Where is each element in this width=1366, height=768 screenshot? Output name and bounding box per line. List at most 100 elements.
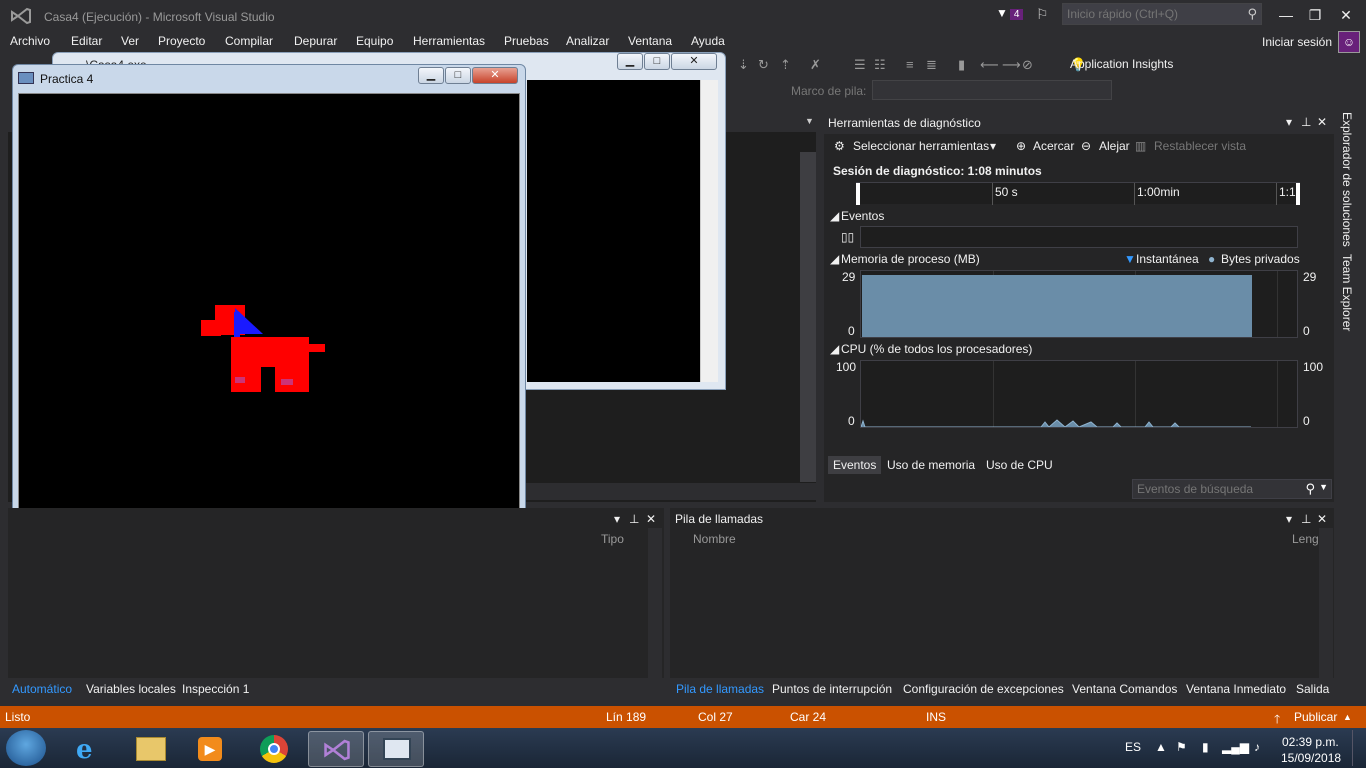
menu-analizar[interactable]: Analizar	[566, 34, 609, 48]
show-hidden-icons-icon[interactable]: ▲	[1155, 740, 1167, 754]
maximize-button[interactable]: ❐	[1301, 4, 1329, 26]
event-search-input[interactable]	[1133, 480, 1293, 498]
collapse-icon[interactable]: ◢	[830, 252, 839, 266]
taskbar-explorer[interactable]	[122, 731, 178, 767]
taskbar-media[interactable]: ▶	[182, 731, 238, 767]
zoom-out-icon[interactable]: ⊖	[1081, 139, 1091, 153]
timeline-end-handle[interactable]	[1296, 183, 1300, 205]
tab-output[interactable]: Salida	[1296, 682, 1329, 696]
redo-icon[interactable]: ↻	[758, 57, 769, 73]
zoom-out-button[interactable]: Alejar	[1099, 139, 1130, 153]
thread-icon[interactable]: ☰	[854, 57, 866, 73]
outdent-icon[interactable]: ≣	[926, 57, 937, 73]
chevron-down-icon[interactable]: ▾	[990, 139, 996, 153]
menu-equipo[interactable]: Equipo	[356, 34, 393, 48]
chevron-down-icon[interactable]: ▼	[805, 116, 814, 126]
clock-date[interactable]: 15/09/2018	[1281, 751, 1341, 765]
menu-ventana[interactable]: Ventana	[628, 34, 672, 48]
menu-ayuda[interactable]: Ayuda	[691, 34, 725, 48]
prev-bookmark-icon[interactable]: ⟵	[980, 57, 999, 73]
quick-launch-box[interactable]: ⚲	[1062, 3, 1262, 25]
search-icon[interactable]: ⚲	[1305, 481, 1315, 497]
console-close-button[interactable]: ✕	[671, 53, 717, 70]
publish-button[interactable]: Publicar	[1294, 710, 1337, 724]
timeline-start-handle[interactable]	[856, 183, 860, 205]
tab-watch-1[interactable]: Inspección 1	[182, 682, 249, 696]
indent-icon[interactable]: ≡	[906, 57, 914, 72]
step-out-icon[interactable]: ⇡	[780, 57, 791, 73]
volume-icon[interactable]: ♪	[1254, 740, 1260, 754]
gear-icon[interactable]: ⚙	[834, 139, 845, 153]
taskbar-visual-studio[interactable]	[308, 731, 364, 767]
pin-icon[interactable]: ⊥	[1301, 115, 1311, 129]
team-explorer-tab[interactable]: Team Explorer	[1340, 254, 1354, 331]
practica-minimize-button[interactable]: ▁	[418, 67, 444, 84]
zoom-in-icon[interactable]: ⊕	[1016, 139, 1026, 153]
pin-icon[interactable]: ⊥	[629, 512, 639, 526]
chevron-up-icon[interactable]: ▲	[1343, 712, 1352, 722]
practica-maximize-button[interactable]: □	[445, 67, 471, 84]
clear-bookmark-icon[interactable]: ⊘	[1022, 57, 1033, 73]
chevron-down-icon[interactable]: ▾	[1286, 512, 1292, 526]
editor-horizontal-scrollbar[interactable]	[520, 483, 816, 500]
editor-vertical-scrollbar[interactable]	[800, 152, 816, 482]
tab-immediate-window[interactable]: Ventana Inmediato	[1186, 682, 1286, 696]
taskbar-chrome[interactable]	[246, 731, 302, 767]
chevron-down-icon[interactable]: ▼	[1319, 482, 1328, 492]
close-icon[interactable]: ✕	[646, 512, 656, 526]
tab-memory-usage[interactable]: Uso de memoria	[882, 456, 980, 474]
events-track[interactable]	[860, 226, 1298, 248]
stack-frame-dropdown[interactable]	[872, 80, 1112, 100]
language-indicator[interactable]: ES	[1125, 740, 1141, 754]
diagnostic-timeline[interactable]: 50 s 1:00min 1:1	[856, 182, 1300, 205]
select-tools-button[interactable]: Seleccionar herramientas	[853, 139, 989, 153]
feedback-icon[interactable]: ⚐	[1036, 6, 1049, 23]
console-scrollbar[interactable]	[700, 80, 718, 382]
action-center-icon[interactable]: ⚑	[1176, 740, 1187, 754]
reset-view-button[interactable]: Restablecer vista	[1154, 139, 1246, 153]
quick-launch-input[interactable]	[1063, 4, 1233, 24]
list-icon[interactable]: ☷	[874, 57, 886, 73]
call-stack-scrollbar[interactable]	[1319, 528, 1333, 678]
menu-compilar[interactable]: Compilar	[225, 34, 273, 48]
console-output[interactable]	[527, 80, 700, 382]
menu-depurar[interactable]: Depurar	[294, 34, 337, 48]
tab-autos[interactable]: Automático	[12, 682, 72, 696]
solution-explorer-tab[interactable]: Explorador de soluciones	[1340, 112, 1354, 247]
tab-locals[interactable]: Variables locales	[86, 682, 176, 696]
chevron-down-icon[interactable]: ▾	[1286, 115, 1292, 129]
clock-time[interactable]: 02:39 p.m.	[1282, 735, 1339, 749]
console-maximize-button[interactable]: □	[644, 53, 670, 70]
tab-events[interactable]: Eventos	[828, 456, 882, 474]
show-desktop-button[interactable]	[1352, 730, 1364, 766]
console-minimize-button[interactable]: ▁	[617, 53, 643, 70]
menu-herramientas[interactable]: Herramientas	[413, 34, 485, 48]
tab-breakpoints[interactable]: Puntos de interrupción	[772, 682, 892, 696]
minimize-button[interactable]: —	[1272, 4, 1300, 26]
search-icon[interactable]: ⚲	[1247, 6, 1257, 22]
bookmark-icon[interactable]: ▮	[958, 57, 965, 73]
menu-pruebas[interactable]: Pruebas	[504, 34, 549, 48]
close-icon[interactable]: ✕	[1317, 512, 1327, 526]
event-search-box[interactable]: ⚲ ▼	[1132, 479, 1332, 499]
tab-cpu-usage[interactable]: Uso de CPU	[981, 456, 1058, 474]
menu-proyecto[interactable]: Proyecto	[158, 34, 205, 48]
menu-archivo[interactable]: Archivo	[10, 34, 50, 48]
autos-scrollbar[interactable]	[648, 528, 662, 678]
cpu-chart[interactable]	[860, 360, 1298, 428]
user-avatar-icon[interactable]: ☺	[1338, 31, 1360, 53]
taskbar-ie[interactable]: e	[62, 731, 118, 767]
application-insights-button[interactable]: Application Insights	[1070, 57, 1173, 71]
battery-icon[interactable]: ▮	[1202, 740, 1209, 754]
step-icon[interactable]: ⇣	[738, 57, 749, 73]
notifications-button[interactable]: ▼ 4	[996, 6, 1024, 20]
zoom-in-button[interactable]: Acercar	[1033, 139, 1074, 153]
column-header-name[interactable]: Nombre	[693, 532, 736, 546]
collapse-icon[interactable]: ◢	[830, 342, 839, 356]
collapse-icon[interactable]: ◢	[830, 209, 839, 223]
menu-ver[interactable]: Ver	[121, 34, 139, 48]
next-bookmark-icon[interactable]: ⟶	[1002, 57, 1021, 73]
column-header-language[interactable]: Leng	[1292, 532, 1319, 546]
pin-icon[interactable]: ⊥	[1301, 512, 1311, 526]
pause-icon[interactable]: ▯▯	[841, 230, 854, 244]
